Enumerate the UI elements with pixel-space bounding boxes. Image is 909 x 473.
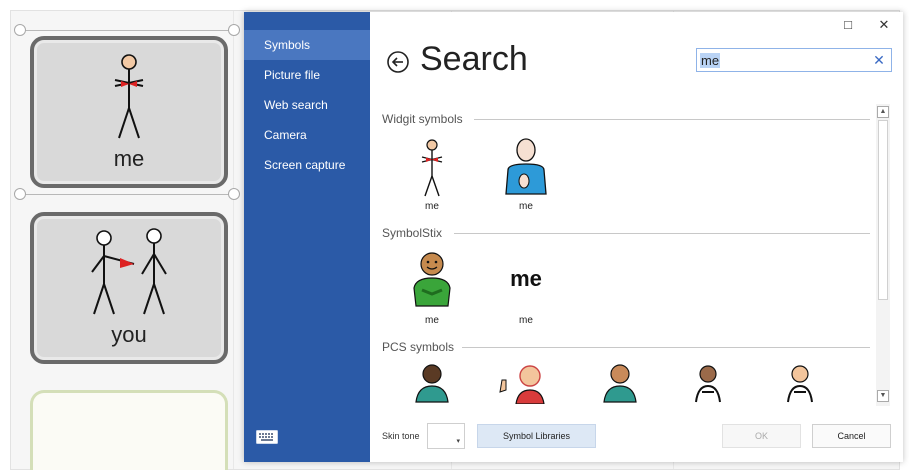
pcs-person-icon bbox=[603, 364, 637, 403]
scroll-down-icon[interactable]: ▼ bbox=[877, 390, 889, 402]
symbol-label: me bbox=[425, 315, 439, 326]
group-heading-symbolstix: SymbolStix bbox=[382, 226, 443, 240]
maximize-button[interactable]: □ bbox=[834, 14, 862, 36]
results-scrollbar[interactable]: ▲ ▼ bbox=[876, 104, 890, 406]
symbol-result[interactable] bbox=[758, 362, 842, 404]
grid-cell-me[interactable]: me bbox=[30, 36, 228, 188]
cell-label: me bbox=[113, 146, 145, 171]
person-pointing-icon bbox=[505, 138, 547, 195]
back-arrow-icon[interactable] bbox=[386, 50, 410, 74]
resize-handle[interactable] bbox=[14, 188, 26, 200]
search-results: Widgit symbols me me SymbolStix me me me… bbox=[374, 104, 884, 404]
smiling-person-icon bbox=[413, 252, 451, 307]
you-figure-icon bbox=[91, 228, 167, 315]
page-title: Search bbox=[420, 40, 528, 78]
symbol-label: me bbox=[425, 201, 439, 212]
search-input[interactable] bbox=[697, 49, 865, 71]
pcs-person-icon bbox=[415, 364, 449, 403]
skin-tone-label: Skin tone bbox=[382, 431, 420, 441]
symbol-result[interactable]: me bbox=[390, 250, 474, 330]
group-heading-widgit: Widgit symbols bbox=[382, 112, 463, 126]
grid-cell-empty[interactable] bbox=[30, 390, 228, 470]
symbol-result[interactable]: me me bbox=[484, 250, 568, 330]
scroll-thumb[interactable] bbox=[878, 120, 888, 300]
grid-cell-you[interactable]: you bbox=[30, 212, 228, 364]
me-figure-icon bbox=[114, 54, 144, 139]
sidebar-item-camera[interactable]: Camera bbox=[244, 120, 370, 150]
sidebar-item-screen-capture[interactable]: Screen capture bbox=[244, 150, 370, 180]
symbol-label: me bbox=[519, 201, 533, 212]
symbol-result[interactable] bbox=[390, 362, 474, 404]
ok-button[interactable]: OK bbox=[722, 424, 801, 448]
resize-handle[interactable] bbox=[228, 24, 240, 36]
scroll-up-icon[interactable]: ▲ bbox=[877, 106, 889, 118]
pcs-person-icon bbox=[787, 365, 813, 403]
dialog-sidebar: Symbols Picture file Web search Camera S… bbox=[244, 12, 370, 462]
divider bbox=[454, 233, 870, 234]
sidebar-item-web-search[interactable]: Web search bbox=[244, 90, 370, 120]
resize-handle[interactable] bbox=[14, 24, 26, 36]
selection-frame bbox=[22, 194, 234, 195]
symbol-search-dialog: Symbols Picture file Web search Camera S… bbox=[244, 12, 903, 462]
skin-tone-select[interactable]: ▾ bbox=[427, 423, 465, 449]
symbol-label: me bbox=[519, 315, 533, 326]
app-window: me you Symbols Picture file Web search C… bbox=[0, 0, 909, 473]
resize-handle[interactable] bbox=[228, 188, 240, 200]
clear-icon[interactable]: ✕ bbox=[871, 51, 887, 69]
widgit-me-icon bbox=[421, 139, 443, 197]
keyboard-icon[interactable] bbox=[256, 430, 278, 444]
divider bbox=[474, 119, 870, 120]
pcs-person-icon bbox=[695, 365, 721, 403]
symbol-result[interactable] bbox=[578, 362, 662, 404]
symbol-result[interactable]: me bbox=[484, 136, 568, 216]
close-button[interactable]: ✕ bbox=[870, 14, 898, 36]
pcs-thumb-person-icon bbox=[499, 365, 545, 404]
symbol-libraries-button[interactable]: Symbol Libraries bbox=[477, 424, 596, 448]
cancel-button[interactable]: Cancel bbox=[812, 424, 891, 448]
cell-label: you bbox=[111, 322, 147, 347]
chevron-down-icon: ▾ bbox=[456, 438, 460, 445]
group-heading-pcs: PCS symbols bbox=[382, 340, 455, 354]
sidebar-item-symbols[interactable]: Symbols bbox=[244, 30, 370, 60]
sidebar-item-picture-file[interactable]: Picture file bbox=[244, 60, 370, 90]
search-box: ✕ bbox=[696, 48, 892, 72]
symbol-result[interactable] bbox=[666, 362, 750, 404]
selection-frame bbox=[22, 30, 234, 31]
symbol-result[interactable]: me bbox=[390, 136, 474, 216]
symbol-text-me: me bbox=[510, 266, 542, 291]
symbol-result[interactable] bbox=[482, 362, 566, 404]
divider bbox=[462, 347, 870, 348]
